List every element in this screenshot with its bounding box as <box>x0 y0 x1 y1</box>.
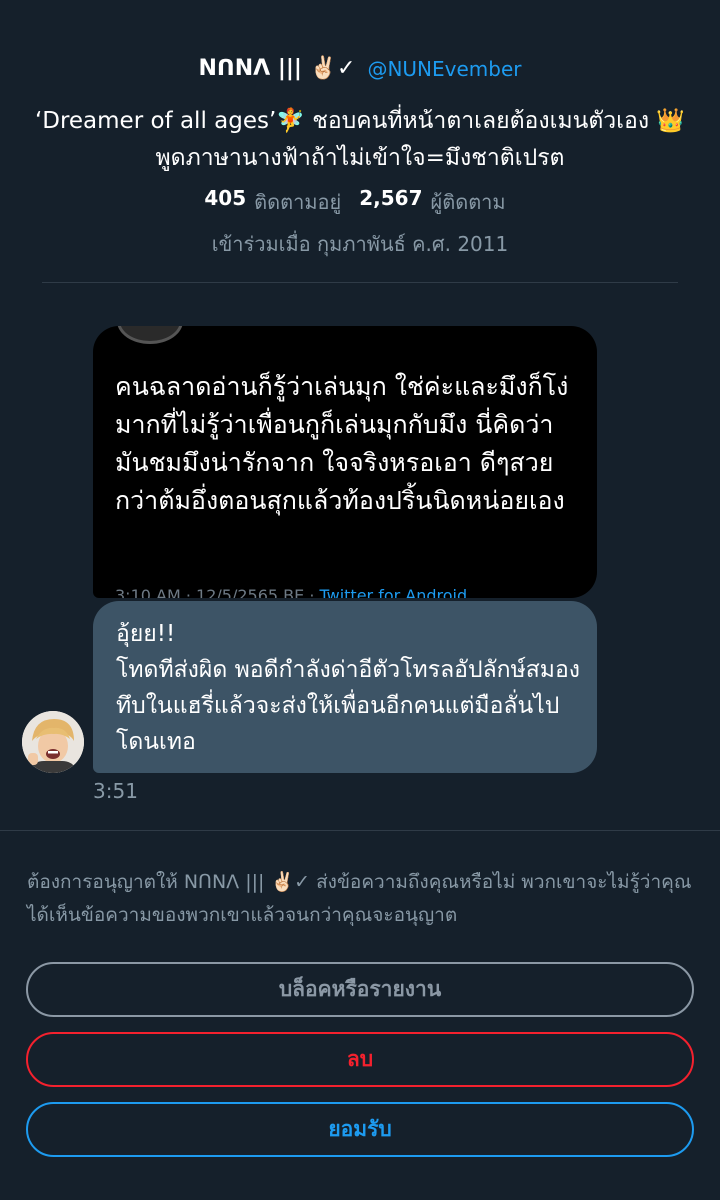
delete-button[interactable]: ลบ <box>26 1032 694 1087</box>
divider <box>0 830 720 831</box>
accept-button[interactable]: ยอมรับ <box>26 1102 694 1157</box>
image-message[interactable]: คนฉลาดอ่านก็รู้ว่าเล่นมุก ใช่ค่ะและมึงก็… <box>93 326 597 598</box>
profile-joined-date: เข้าร่วมเมื่อ กุมภาพันธ์ ค.ศ. 2011 <box>211 232 509 256</box>
profile-bio: ‘Dreamer of all ages’🧚 ชอบคนที่หน้าตาเลย… <box>34 108 686 171</box>
screenshot-avatar <box>117 326 183 344</box>
text-message[interactable]: อุ้ยย!! โทดทีส่งผิด พอดีกำลังด่าอีตัวโทร… <box>93 601 597 773</box>
message-request-notice: ต้องการอนุญาตให้ NꓵNΛ ||| ✌🏻✓ ส่งข้อความ… <box>27 871 692 926</box>
image-message-text: คนฉลาดอ่านก็รู้ว่าเล่นมุก ใช่ค่ะและมึงก็… <box>115 372 569 515</box>
profile-display-name[interactable]: NꓵNΛ ||| ✌🏻✓ <box>198 56 355 81</box>
block-or-report-button[interactable]: บล็อคหรือรายงาน <box>26 962 694 1017</box>
profile-stats: 405 ติดตามอยู่ 2,567 ผู้ติดตาม <box>0 186 720 218</box>
profile-handle[interactable]: @NUNEvember <box>367 57 521 81</box>
followers-count[interactable]: 2,567 <box>359 186 422 218</box>
image-footer-source: Twitter for Android <box>319 586 468 598</box>
followers-label[interactable]: ผู้ติดตาม <box>431 186 506 218</box>
message-timestamp: 3:51 <box>93 779 138 803</box>
following-count[interactable]: 405 <box>204 186 246 218</box>
divider <box>42 282 678 283</box>
following-label[interactable]: ติดตามอยู่ <box>254 186 341 218</box>
avatar-image <box>22 711 84 773</box>
sender-avatar[interactable] <box>22 711 84 773</box>
text-message-body: อุ้ยย!! โทดทีส่งผิด พอดีกำลังด่าอีตัวโทร… <box>116 621 580 755</box>
profile-name-row: NꓵNΛ ||| ✌🏻✓ @NUNEvember <box>0 56 720 81</box>
image-message-footer: 3:10 AM · 12/5/2565 BE · Twitter for And… <box>115 586 467 598</box>
image-footer-time: 3:10 AM · 12/5/2565 BE · <box>115 586 320 598</box>
